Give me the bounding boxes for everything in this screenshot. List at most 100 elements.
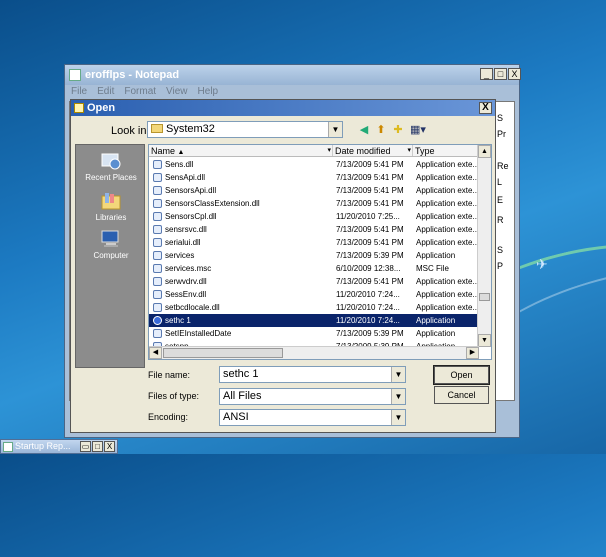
encoding-label: Encoding: [148,412,189,422]
file-icon [153,316,162,325]
file-row[interactable]: SessEnv.dll 11/20/2010 7:24... Application… [149,288,479,301]
file-icon [153,264,162,273]
file-name-cell: SensorsCpl.dll [149,210,333,223]
place-label: Libraries [95,213,127,222]
up-folder-icon[interactable]: ⬆ [373,122,389,138]
file-name-cell: sethc 1 [149,314,333,327]
file-row[interactable]: services 7/13/2009 5:39 PM Application [149,249,479,262]
file-row[interactable]: SensorsClassExtension.dll 7/13/2009 5:41 … [149,197,479,210]
notepad-title: erofflps - Notepad [85,69,180,81]
open-button[interactable]: Open [433,365,490,385]
chevron-down-icon[interactable]: ▼ [391,410,405,425]
file-icon [153,186,162,195]
chevron-down-icon[interactable]: ▼ [328,122,342,137]
file-name-cell: SensorsApi.dll [149,184,333,197]
column-header-name[interactable]: Name ▲ ▾ [149,145,333,156]
file-list-header: Name ▲ ▾ Date modified ▾ Type [149,145,479,157]
file-row[interactable]: SensApi.dll 7/13/2009 5:41 PM Application … [149,171,479,184]
view-menu-icon[interactable]: ▦▾ [407,122,429,138]
chevron-down-icon[interactable]: ▼ [391,367,405,382]
maximize-button[interactable]: □ [92,441,103,452]
file-icon [153,160,162,169]
file-type-cell: Application exte... [416,186,479,195]
file-icon [153,225,162,234]
look-in-dropdown[interactable]: System32 ▼ [147,121,343,138]
file-row[interactable]: setbcdlocale.dll 11/20/2010 7:24... Applic… [149,301,479,314]
scroll-thumb[interactable] [479,293,490,301]
menu-edit[interactable]: Edit [97,85,114,99]
notepad-text-line: R [497,215,504,225]
menu-format[interactable]: Format [124,85,156,99]
notepad-text-line: P [497,261,504,271]
place-libraries[interactable]: Libraries [76,191,146,222]
file-row[interactable]: SensorsCpl.dll 11/20/2010 7:25... Applicat… [149,210,479,223]
minimized-window[interactable]: Startup Rep... ▭ □ X [0,439,118,454]
file-name-input[interactable]: sethc 1 ▼ [219,366,406,383]
notepad-text-line: S [497,245,504,255]
scroll-left-icon[interactable]: ◀ [149,347,162,359]
folder-icon [151,124,163,133]
menu-view[interactable]: View [166,85,188,99]
file-type-cell: Application exte... [416,238,479,247]
file-row[interactable]: serwvdrv.dll 7/13/2009 5:41 PM Application… [149,275,479,288]
column-header-type[interactable]: Type [413,145,479,156]
back-icon[interactable]: ◀ [356,122,372,138]
file-date-cell: 11/20/2010 7:24... [336,316,400,325]
scroll-down-icon[interactable]: ▼ [478,334,491,347]
recent-places-icon [101,153,121,170]
menu-help[interactable]: Help [198,85,219,99]
file-type-cell: Application exte... [416,173,479,182]
scroll-right-icon[interactable]: ▶ [466,347,479,359]
file-row[interactable]: sensrsvc.dll 7/13/2009 5:41 PM Application… [149,223,479,236]
file-icon [153,199,162,208]
files-of-type-dropdown[interactable]: All Files ▼ [219,388,406,405]
minimize-button[interactable]: _ [480,68,493,80]
minimized-window-title: Startup Rep... [15,441,71,451]
file-date-cell: 6/10/2009 12:38... [336,264,401,273]
file-date-cell: 7/13/2009 5:41 PM [336,238,404,247]
notepad-icon [69,69,81,81]
open-dialog-titlebar[interactable]: Open X [71,100,495,116]
encoding-value: ANSI [223,411,249,423]
close-button[interactable]: X [104,441,115,452]
maximize-button[interactable]: □ [494,68,507,80]
hscroll-thumb[interactable] [163,348,283,358]
place-label: Computer [93,251,129,260]
window-icon [3,442,13,452]
notepad-text-line: Re [497,161,509,171]
restore-button[interactable]: ▭ [80,441,91,452]
file-date-cell: 7/13/2009 5:41 PM [336,173,404,182]
file-row[interactable]: SetIEInstalledDate 7/13/2009 5:39 PM Appli… [149,327,479,340]
file-row[interactable]: Sens.dll 7/13/2009 5:41 PM Application ext… [149,158,479,171]
place-recent-places[interactable]: Recent Places [76,151,146,182]
files-of-type-value: All Files [223,390,262,402]
scroll-up-icon[interactable]: ▲ [478,145,491,158]
file-row[interactable]: services.msc 6/10/2009 12:38... MSC File [149,262,479,275]
file-type-cell: Application exte... [416,277,479,286]
file-row[interactable]: serialui.dll 7/13/2009 5:41 PM Application… [149,236,479,249]
menu-file[interactable]: File [71,85,87,99]
vertical-scrollbar[interactable]: ▲ ▼ [477,145,491,347]
encoding-dropdown[interactable]: ANSI ▼ [219,409,406,426]
notepad-titlebar[interactable]: erofflps - Notepad [65,65,519,85]
file-icon [153,212,162,221]
look-in-label: Look in: [111,125,150,137]
new-folder-icon[interactable]: ✚ [390,122,406,138]
file-name-cell: SensApi.dll [149,171,333,184]
file-date-cell: 7/13/2009 5:39 PM [336,329,404,338]
dialog-close-button[interactable]: X [479,102,492,114]
file-date-cell: 7/13/2009 5:41 PM [336,160,404,169]
column-header-date[interactable]: Date modified ▾ [333,145,413,156]
place-computer[interactable]: Computer [76,229,146,260]
file-row[interactable]: sethc 1 11/20/2010 7:24... Application [149,314,479,327]
file-name-cell: setbcdlocale.dll [149,301,333,314]
file-name-cell: SetIEInstalledDate [149,327,333,340]
file-icon [153,329,162,338]
close-button[interactable]: X [508,68,521,80]
horizontal-scrollbar[interactable]: ◀ ▶ [149,346,479,359]
file-date-cell: 7/13/2009 5:39 PM [336,251,404,260]
cancel-button[interactable]: Cancel [434,386,489,404]
file-row[interactable]: SensorsApi.dll 7/13/2009 5:41 PM Applicati… [149,184,479,197]
file-list[interactable]: Name ▲ ▾ Date modified ▾ Type Sens.dll 7/13… [148,144,492,360]
chevron-down-icon[interactable]: ▼ [391,389,405,404]
